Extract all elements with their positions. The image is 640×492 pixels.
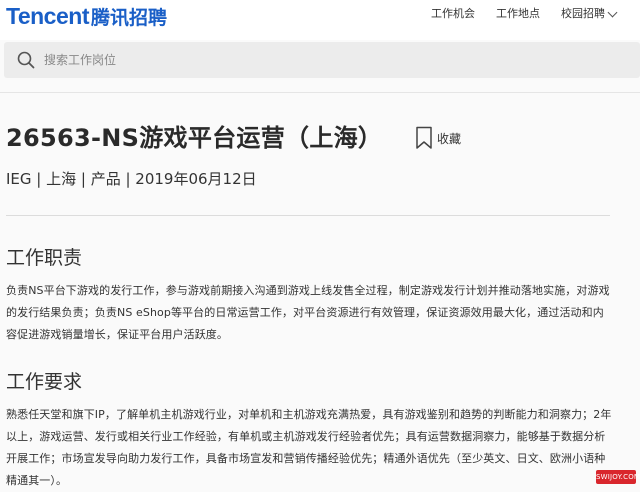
site-watermark: SWIJOY.COM	[596, 470, 640, 484]
chevron-down-icon	[607, 7, 618, 17]
search-input[interactable]	[44, 50, 604, 70]
nav-campus-recruitment[interactable]: 校园招聘	[561, 6, 618, 22]
nav-campus-label: 校园招聘	[561, 7, 605, 20]
bookmark-icon	[416, 126, 432, 149]
requirements-text: 熟悉任天堂和旗下IP，了解单机主机游戏行业，对单机和主机游戏充满热爱，具有游戏鉴…	[6, 408, 612, 487]
tencent-careers-logo[interactable]: Tencent 腾讯招聘	[6, 3, 167, 29]
section-title-responsibilities: 工作职责	[6, 247, 83, 269]
job-title: 26563-NS游戏平台运营（上海）	[6, 124, 383, 152]
top-navigation-bar: Tencent 腾讯招聘 工作机会 工作地点 校园招聘	[0, 0, 640, 40]
search-bar	[4, 42, 640, 78]
search-icon[interactable]	[17, 51, 35, 69]
logo-text-cn: 腾讯招聘	[90, 7, 167, 29]
job-meta: IEG | 上海 | 产品 | 2019年06月12日	[6, 170, 257, 188]
nav-job-opportunities[interactable]: 工作机会	[431, 6, 475, 22]
nav-work-locations[interactable]: 工作地点	[496, 6, 540, 22]
favorite-label: 收藏	[437, 131, 462, 146]
content-divider	[6, 215, 610, 216]
section-title-requirements: 工作要求	[6, 371, 83, 393]
header-divider	[0, 92, 640, 93]
responsibilities-text: 负责NS平台下游戏的发行工作，参与游戏前期接入沟通到游戏上线发售全过程，制定游戏…	[6, 284, 610, 341]
logo-text-en: Tencent	[6, 3, 89, 29]
favorite-button[interactable]: 收藏	[414, 126, 461, 150]
